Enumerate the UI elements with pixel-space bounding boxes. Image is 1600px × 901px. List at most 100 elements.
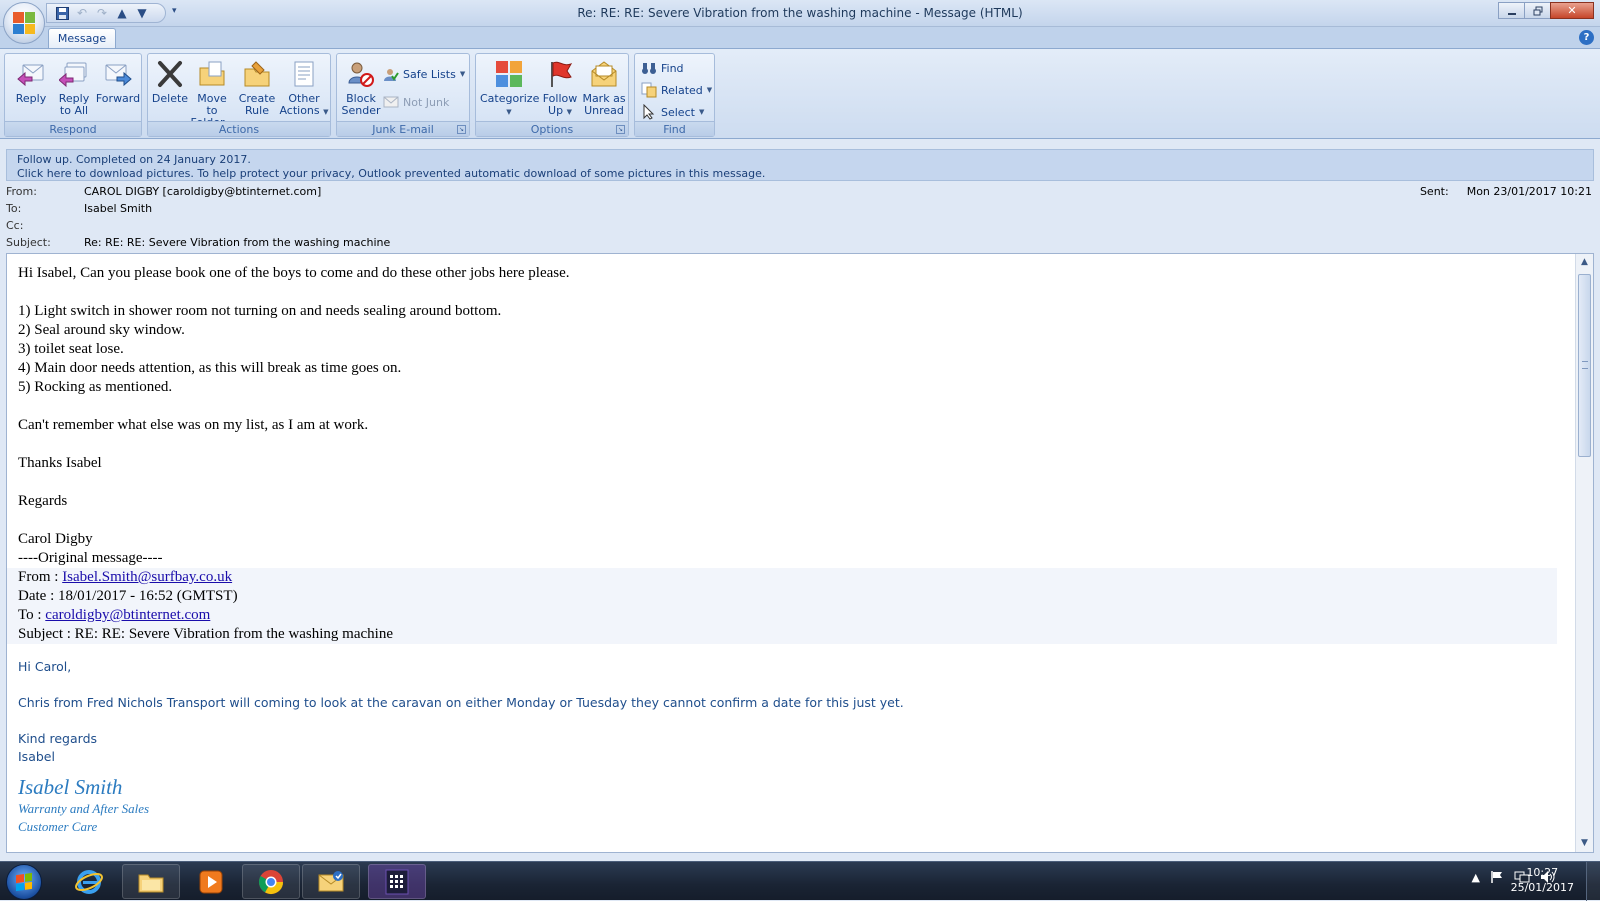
reply-text: Chris from Fred Nichols Transport will c… [18, 695, 904, 710]
scrollbar-thumb[interactable] [1578, 274, 1591, 457]
action-center-flag-icon[interactable] [1490, 870, 1504, 884]
folder-icon [138, 874, 164, 892]
clock-date: 25/01/2017 [1510, 881, 1574, 894]
mark-as-unread-button[interactable]: Mark as Unread [582, 58, 626, 117]
to-label: To: [6, 202, 22, 215]
window-title: Re: RE: RE: Severe Vibration from the wa… [577, 6, 1023, 20]
dialog-launcher-icon[interactable]: ↘ [616, 125, 625, 134]
safe-lists-icon [383, 66, 399, 82]
related-button[interactable]: Related ▼ [641, 81, 712, 99]
message-body-pane[interactable]: Hi Isabel, Can you please book one of th… [6, 253, 1594, 853]
related-icon [641, 82, 657, 98]
office-button[interactable] [3, 2, 45, 44]
to-value[interactable]: Isabel Smith [84, 202, 152, 215]
find-button[interactable]: Find [641, 59, 684, 77]
orig-to-label: To : [18, 607, 46, 623]
group-label-actions: Actions [148, 121, 330, 136]
reply-all-icon [58, 58, 90, 90]
orig-to-link[interactable]: caroldigby@btinternet.com [45, 607, 210, 623]
minimize-button[interactable] [1498, 2, 1525, 19]
cursor-arrow-icon [641, 104, 657, 120]
group-respond: Reply Reply to All Forward Respond [4, 53, 142, 137]
dialog-launcher-icon[interactable]: ↘ [457, 125, 466, 134]
select-button[interactable]: Select ▼ [641, 103, 704, 121]
other-actions-button[interactable]: Other Actions ▼ [279, 58, 329, 118]
not-junk-icon [383, 94, 399, 110]
show-desktop-button[interactable] [1586, 862, 1600, 901]
reply-name: Isabel [18, 749, 55, 764]
vertical-scrollbar[interactable]: ▲ ▼ [1575, 254, 1593, 852]
restore-button[interactable] [1524, 2, 1551, 19]
calculator-app-taskbar-button[interactable] [368, 864, 426, 899]
chrome-taskbar-button[interactable] [242, 864, 300, 899]
tab-message[interactable]: Message [48, 28, 116, 50]
scroll-up-arrow-icon[interactable]: ▲ [1576, 254, 1593, 271]
scroll-down-arrow-icon[interactable]: ▼ [1576, 835, 1593, 852]
original-message-header: From : Isabel.Smith@surfbay.co.uk Date :… [7, 568, 1557, 644]
info-bar[interactable]: Follow up. Completed on 24 January 2017.… [6, 149, 1594, 181]
from-label: From: [6, 185, 37, 198]
internet-explorer-taskbar-button[interactable] [60, 864, 118, 899]
body-regards: Regards [18, 493, 68, 509]
categorize-button[interactable]: Categorize ▼ [480, 58, 539, 118]
file-explorer-taskbar-button[interactable] [122, 864, 180, 899]
body-cant-remember: Can't remember what else was on my list,… [18, 417, 369, 433]
group-junk-email: Block Sender Safe Lists ▼ Not Junk Junk … [336, 53, 470, 137]
outlook-envelope-icon [318, 870, 344, 891]
chevron-down-icon: ▼ [706, 86, 713, 94]
reply-greeting: Hi Carol, [18, 659, 72, 674]
close-button[interactable]: ✕ [1550, 2, 1594, 19]
reply-button[interactable]: Reply [11, 58, 51, 105]
move-to-folder-button[interactable]: Move to Folder ▼ [190, 58, 234, 130]
group-label-options: Options [476, 121, 628, 136]
binoculars-icon [641, 60, 657, 76]
chevron-down-icon: ▼ [323, 108, 329, 116]
orig-from-label: From : [18, 569, 63, 585]
categorize-icon [493, 58, 525, 90]
block-sender-button[interactable]: Block Sender [341, 58, 381, 117]
forward-button[interactable]: Forward [95, 58, 141, 105]
orig-from-link[interactable]: Isabel.Smith@surfbay.co.uk [62, 569, 232, 585]
chevron-down-icon: ▼ [698, 108, 705, 116]
job-item: 5) Rocking as mentioned. [18, 379, 173, 395]
outlook-taskbar-button[interactable] [302, 864, 360, 899]
chevron-down-icon: ▼ [506, 108, 512, 116]
job-item: 4) Main door needs attention, as this wi… [18, 360, 402, 376]
ribbon-tab-row: Message ? [0, 27, 1600, 50]
group-label-respond: Respond [5, 121, 141, 136]
delete-button[interactable]: Delete [151, 58, 189, 105]
chevron-down-icon: ▼ [459, 70, 466, 78]
not-junk-button[interactable]: Not Junk [383, 93, 449, 111]
create-rule-button[interactable]: Create Rule [236, 58, 278, 117]
rule-icon [241, 58, 273, 90]
job-item: 2) Seal around sky window. [18, 322, 185, 338]
show-hidden-icons-icon[interactable]: ▲ [1472, 871, 1480, 884]
safe-lists-button[interactable]: Safe Lists ▼ [383, 65, 465, 83]
group-label-find: Find [635, 121, 714, 136]
subject-value: Re: RE: RE: Severe Vibration from the wa… [84, 236, 391, 249]
keypad-app-icon [385, 869, 409, 894]
forward-icon [102, 58, 134, 90]
reply-all-button[interactable]: Reply to All [53, 58, 95, 117]
chevron-down-icon: ▼ [566, 108, 572, 116]
windows-logo-icon [16, 872, 32, 892]
clock-time: 10:27 [1526, 866, 1559, 879]
job-item: 3) toilet seat lose. [18, 341, 124, 357]
help-icon[interactable]: ? [1579, 30, 1594, 45]
folder-icon [196, 58, 228, 90]
follow-up-button[interactable]: Follow Up ▼ [540, 58, 580, 118]
download-pictures-notice[interactable]: Click here to download pictures. To help… [17, 167, 1583, 181]
body-signoff: Carol Digby [18, 531, 93, 547]
orig-subject: Subject : RE: RE: Severe Vibration from … [18, 626, 393, 642]
from-value[interactable]: CAROL DIGBY [caroldigby@btinternet.com] [84, 185, 321, 198]
taskbar-clock[interactable]: 10:27 25/01/2017 [1511, 865, 1574, 895]
block-sender-icon [345, 58, 377, 90]
follow-up-notice: Follow up. Completed on 24 January 2017. [17, 153, 251, 166]
start-button[interactable] [6, 864, 42, 900]
internet-explorer-icon [75, 869, 103, 894]
cc-label: Cc: [6, 219, 24, 232]
flag-icon [544, 58, 576, 90]
sent-value: Mon 23/01/2017 10:21 [1466, 185, 1592, 198]
orig-date: Date : 18/01/2017 - 16:52 (GMTST) [18, 588, 238, 604]
media-player-taskbar-button[interactable] [182, 864, 240, 899]
